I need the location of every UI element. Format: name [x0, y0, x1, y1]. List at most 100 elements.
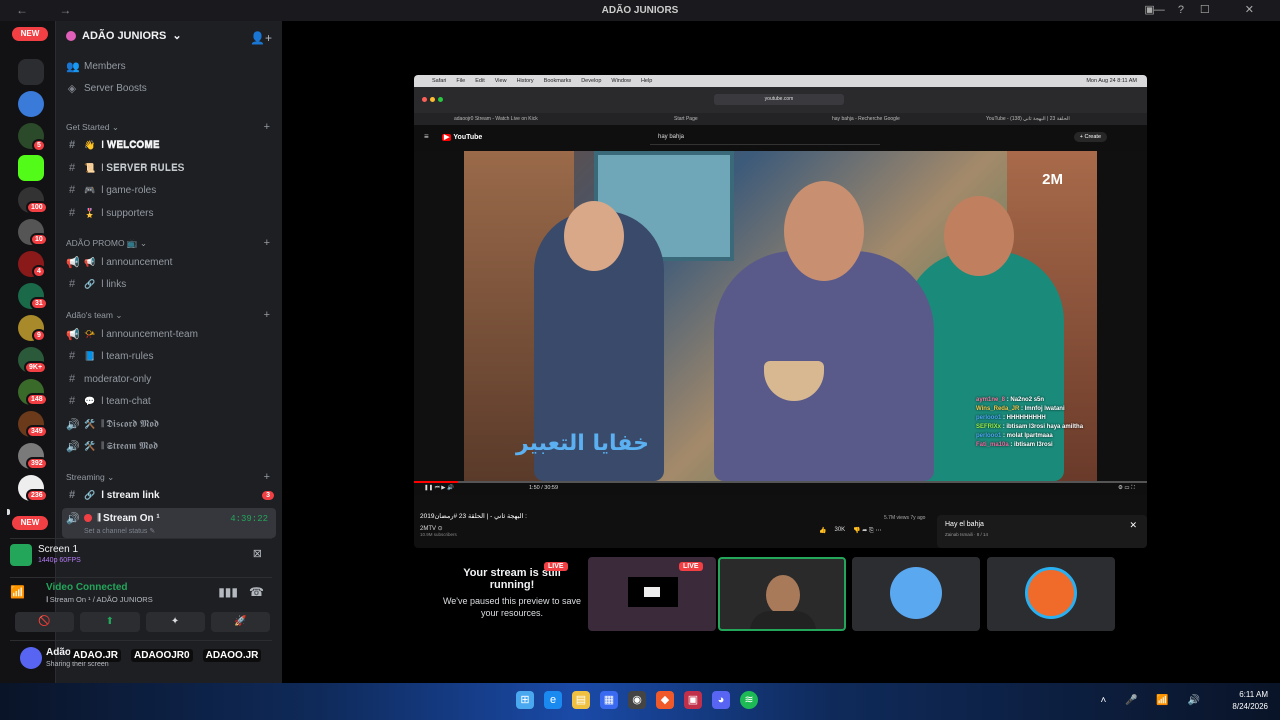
share-screen-button[interactable]: ⬆: [80, 612, 140, 632]
disconnect-icon[interactable]: ☎: [249, 585, 264, 599]
mac-menu-item: History: [516, 78, 534, 84]
store-icon[interactable]: ▦: [600, 691, 618, 709]
invite-people-icon[interactable]: 👤+: [250, 31, 272, 45]
category-adao-promo[interactable]: ADÃO PROMO 📺 ⌄ +: [66, 237, 276, 249]
sidebar-item-label: Members: [84, 60, 126, 72]
channel-label: 𝄂 𝕯𝖎𝖘𝖈𝖔𝖗𝖉 𝕸𝖔𝖉: [101, 418, 159, 430]
server-icon[interactable]: [18, 91, 44, 117]
webcam-body: [750, 611, 816, 629]
server-icon-l[interactable]: [18, 59, 44, 85]
browser-tab: adaoojr0 Stream - Watch Live on Kick: [454, 116, 538, 122]
dislike-icon: 👎 ➦ ⎘ ⋯: [853, 528, 882, 534]
category-label: Get Started: [66, 122, 110, 132]
chat-message: aym1ne_8 : Na2no2 s5n: [976, 397, 1097, 403]
channel-label: moderator-only: [84, 373, 152, 385]
members-icon: 👥: [66, 60, 80, 73]
channel-label: l team-rules: [101, 350, 154, 362]
discord-icon[interactable]: ◕: [712, 691, 730, 709]
channel-emoji: 🎖️: [84, 207, 96, 218]
video-controls: ❚❚ ⏮ ▶ 🔊 1:50 / 30:59 ⚙ ▭ ⛶: [414, 481, 1147, 495]
category-adaos-team[interactable]: Adão's team ⌄ +: [66, 309, 276, 321]
mac-menu-bar: Safari File Edit View History Bookmarks …: [414, 75, 1147, 87]
mac-menu-item: Develop: [581, 78, 602, 84]
stop-share-icon[interactable]: ⊠: [253, 547, 262, 560]
hash-icon: #: [68, 373, 76, 385]
add-channel-icon[interactable]: +: [264, 237, 270, 249]
category-streaming[interactable]: Streaming ⌄ +: [66, 471, 276, 483]
sidebar-item-members[interactable]: 👥 Members: [66, 57, 276, 75]
windows-taskbar: ⊞ e ▤ ▦ ◉ ◆ ▣ ◕ ≋ ˄ 🎤 📶 🔊 6:11 AM 8/24/2…: [0, 683, 1280, 720]
kick-server-icon[interactable]: [18, 155, 44, 181]
explorer-icon[interactable]: ▤: [572, 691, 590, 709]
channel-server-rules[interactable]: # 📜 l 𝐒𝐄𝐑𝐕𝐄𝐑 𝐑𝐔𝐋𝐄𝐒: [66, 159, 276, 177]
mac-menu-item: View: [494, 78, 507, 84]
channel-stream-link[interactable]: # 🔗 l stream link 3: [66, 486, 276, 504]
window-controls[interactable]: — ☐ ✕: [1154, 3, 1270, 16]
clock-date: 8/24/2026: [1232, 702, 1268, 711]
like-count: 30K: [834, 527, 846, 533]
channel-supporters[interactable]: # 🎖️ l supporters: [66, 204, 276, 222]
channel-label: l supporters: [101, 207, 154, 219]
panel-divider: [10, 538, 272, 539]
avatar[interactable]: [20, 647, 42, 669]
spotify-icon[interactable]: ≋: [740, 691, 758, 709]
camera-off-button[interactable]: 🚫: [15, 612, 75, 632]
hash-icon: #: [68, 162, 76, 174]
new-badge-bottom[interactable]: NEW: [12, 516, 48, 530]
channel-team-chat[interactable]: # 💬 l team-chat: [66, 392, 276, 410]
channel-links[interactable]: # 🔗 l links: [66, 275, 276, 293]
connection-status[interactable]: Video Connected: [46, 582, 128, 593]
scene-person-head: [784, 181, 864, 281]
active-voice-channel[interactable]: 🔊 𝄂 Stream On ¹ 4:39:22 Set a channel st…: [62, 508, 276, 538]
brave-icon[interactable]: ◆: [656, 691, 674, 709]
shared-screen[interactable]: Safari File Edit View History Bookmarks …: [414, 75, 1147, 548]
voice-channel-discord-mod[interactable]: 🔊 🛠️ 𝄂 𝕯𝖎𝖘𝖈𝖔𝖗𝖉 𝕸𝖔𝖉: [66, 415, 276, 433]
voice-timer: 4:39:22: [230, 514, 268, 524]
mac-clock: Mon Aug 24 8:11 AM: [1086, 78, 1137, 84]
participant-tile[interactable]: [987, 557, 1115, 631]
kick-handle: ADAOOJR0: [131, 649, 193, 662]
add-channel-icon[interactable]: +: [264, 471, 270, 483]
channel-watermark: 2M: [1042, 171, 1063, 188]
taskbar-clock[interactable]: 6:11 AM 8/24/2026: [1232, 689, 1268, 713]
chat-text: : ibtisam l3rosi: [1010, 442, 1053, 448]
obs-icon[interactable]: ◉: [628, 691, 646, 709]
speaker-icon: 🔊: [66, 418, 80, 431]
connection-channel: 𝄂 Stream On ¹ / ADÃO JUNIORS: [46, 595, 153, 604]
server-badge: 349: [26, 425, 48, 438]
channel-emoji: 🎮: [84, 184, 96, 195]
safari-tabs: adaoojr0 Stream - Watch Live on Kick Sta…: [414, 113, 1147, 125]
category-label: Streaming: [66, 472, 105, 482]
add-channel-icon[interactable]: +: [264, 309, 270, 321]
start-icon[interactable]: ⊞: [516, 691, 534, 709]
stream-chat-overlay: aym1ne_8 : Na2no2 s5n Wins_Reda_JR : lmn…: [976, 397, 1097, 451]
scene-person: [714, 251, 934, 481]
channel-team-rules[interactable]: # 📘 l team-rules: [66, 347, 276, 365]
activities-button[interactable]: ✦: [145, 612, 205, 632]
channel-announcement-team[interactable]: 📢 📯 l announcement-team: [66, 325, 276, 343]
participant-tile[interactable]: [852, 557, 980, 631]
app-icon[interactable]: ▣: [684, 691, 702, 709]
channel-status-note[interactable]: Set a channel status ✎: [84, 527, 155, 535]
edge-icon[interactable]: e: [544, 691, 562, 709]
sidebar-item-server-boosts[interactable]: ◈ Server Boosts: [66, 79, 276, 97]
live-badge: LIVE: [544, 562, 568, 571]
system-tray[interactable]: ˄ 🎤 📶 🔊: [1100, 695, 1208, 706]
voice-connection-panel: 📶 Video Connected 𝄂 Stream On ¹ / ADÃO J…: [10, 580, 272, 610]
noise-suppression-icon[interactable]: ▮▮▮: [218, 585, 238, 599]
add-channel-icon[interactable]: +: [264, 121, 270, 133]
channel-emoji: 📢: [84, 256, 96, 267]
new-badge-top[interactable]: NEW: [12, 27, 48, 41]
channel-moderator-only[interactable]: # moderator-only: [66, 370, 276, 388]
voice-channel-stream-mod[interactable]: 🔊 🛠️ 𝄂 𝕾𝖙𝖗𝖊𝖆𝖒 𝕸𝖔𝖉: [66, 437, 276, 455]
channel-announcement[interactable]: 📢 📢 l announcement: [66, 253, 276, 271]
category-get-started[interactable]: Get Started ⌄ +: [66, 121, 276, 133]
channel-welcome[interactable]: # 👋 l 𝐖𝐄𝐋𝐂𝐎𝐌𝐄: [66, 136, 276, 154]
guild-header[interactable]: ADÃO JUNIORS ⌄: [66, 29, 182, 42]
chat-text: : Na2no2 s5n: [1006, 397, 1045, 403]
channel-game-roles[interactable]: # 🎮 l game-roles: [66, 181, 276, 199]
server-badge: 10: [30, 233, 48, 246]
camera-tile[interactable]: [718, 557, 846, 631]
video-views: 5.7M views 7y ago: [884, 515, 926, 521]
soundboard-button[interactable]: 🚀: [210, 612, 270, 632]
